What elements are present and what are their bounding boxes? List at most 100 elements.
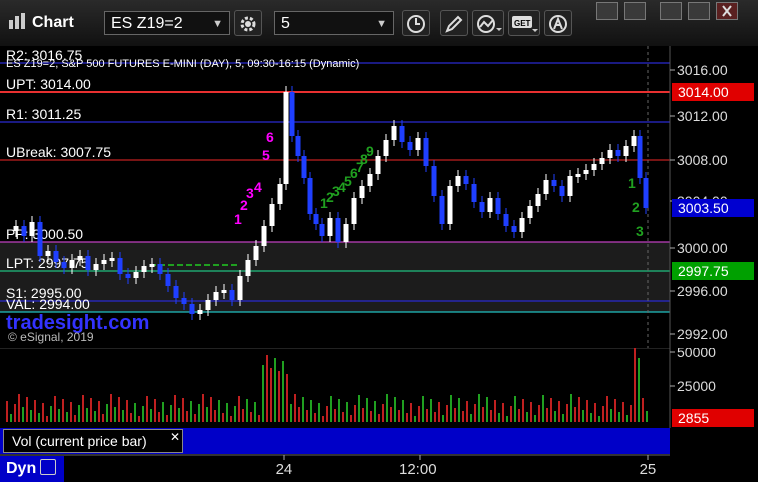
close-icon[interactable]: ✕ [170,430,180,444]
maximize-icon[interactable] [688,2,710,20]
volume-bar [310,400,312,422]
volume-bar [590,413,592,422]
volume-bar [598,416,600,422]
volume-bar [614,399,616,422]
svg-text:GET: GET [514,19,531,28]
price-chart[interactable]: R2: 3016.75UPT: 3014.00R1: 3011.25UBreak… [0,46,758,348]
volume-bar [282,361,284,422]
volume-bar [274,358,276,422]
level-label: LPT: 2997.75 [6,255,89,271]
volume-bar [390,407,392,422]
volume-bar [350,415,352,422]
volume-bar [566,404,568,422]
volume-bar [414,416,416,422]
volume-bar [142,406,144,422]
volume-bar [210,397,212,422]
volume-bar [338,399,340,422]
volume-bar [290,404,292,422]
chart-window: Chart ES Z19=2 ▼ 5 ▼ GET R2: 3016.75 UPT… [0,0,758,482]
volume-bar [602,406,604,422]
restore-icon[interactable] [596,2,618,20]
x-tick-label: 25 [640,461,657,478]
volume-bar [198,404,200,422]
candle [643,172,649,214]
candle [439,190,445,230]
price-badge: 3014.00 [672,83,754,101]
close-icon[interactable] [716,2,738,20]
volume-bar [262,365,264,422]
study-button[interactable] [472,10,504,36]
volume-bar [346,402,348,422]
volume-bar [330,396,332,422]
volume-bar [378,414,380,422]
volume-bar [490,410,492,422]
chart-header: ES Z19=2, S&P 500 FUTURES E-MINI (DAY), … [6,58,359,70]
draw-button[interactable] [440,10,468,36]
volume-bar [506,416,508,422]
volume-bar [82,395,84,422]
volume-bar [130,413,132,422]
volume-bar [186,411,188,422]
volume-chart[interactable]: 50000 25000 2855 [0,348,758,428]
volume-bar [638,358,640,422]
volume-bar [118,397,120,422]
volume-bar [22,407,24,422]
volume-bar [114,407,116,422]
volume-bar [514,396,516,422]
study-icon [477,15,502,33]
volume-bar [334,409,336,422]
get-button[interactable]: GET [508,10,540,36]
volume-bar [642,398,644,422]
volume-bar [214,410,216,422]
clock-button[interactable] [402,10,430,36]
svg-text:2855: 2855 [678,410,709,426]
volume-bar [526,412,528,422]
minimize-icon[interactable] [660,2,682,20]
volume-bar [458,398,460,422]
volume-bar [226,403,228,422]
tile-icon[interactable] [624,2,646,20]
candle [289,86,295,142]
volume-bar [106,404,108,422]
volume-bar [314,413,316,422]
time-axis[interactable]: 24 12:00 25 [0,454,758,482]
alert-button[interactable] [544,10,572,36]
volume-bar [510,406,512,422]
vol-tick-label: 25000 [677,378,716,394]
symbol-combo[interactable]: ES Z19=2 ▼ [104,11,230,35]
svg-text:2997.75: 2997.75 [678,263,729,279]
sequence-marker: 1 [628,175,636,191]
volume-bar [98,401,100,422]
dyn-label[interactable]: Dyn [0,456,64,482]
copyright-text: © eSignal, 2019 [8,330,94,344]
volume-bar [322,416,324,422]
volume-bar [438,402,440,422]
volume-bar [498,413,500,422]
price-badge: 3003.50 [672,199,754,217]
volume-bar [622,402,624,422]
volume-bar [430,399,432,422]
volume-bar [166,415,168,422]
volume-bar [618,412,620,422]
volume-bar [366,398,368,422]
clock-icon [407,15,425,33]
volume-legend[interactable]: Vol (current price bar) [3,429,183,453]
volume-bar [582,410,584,422]
candle [431,160,437,202]
volume-bar [550,398,552,422]
volume-bar [482,407,484,422]
volume-bar [74,415,76,422]
settings-button[interactable] [234,10,262,36]
dyn-text: Dyn [6,460,37,477]
volume-bar [410,403,412,422]
volume-bar [562,414,564,422]
y-tick-label: 3008.00 [677,152,728,168]
chevron-down-icon[interactable]: ▼ [376,12,387,36]
chevron-down-icon[interactable]: ▼ [212,12,223,36]
y-tick-label: 3012.00 [677,108,728,124]
volume-bar [298,407,300,422]
lock-icon[interactable] [40,459,57,475]
volume-bar [382,404,384,422]
volume-bar [138,416,140,422]
interval-combo[interactable]: 5 ▼ [274,11,394,35]
